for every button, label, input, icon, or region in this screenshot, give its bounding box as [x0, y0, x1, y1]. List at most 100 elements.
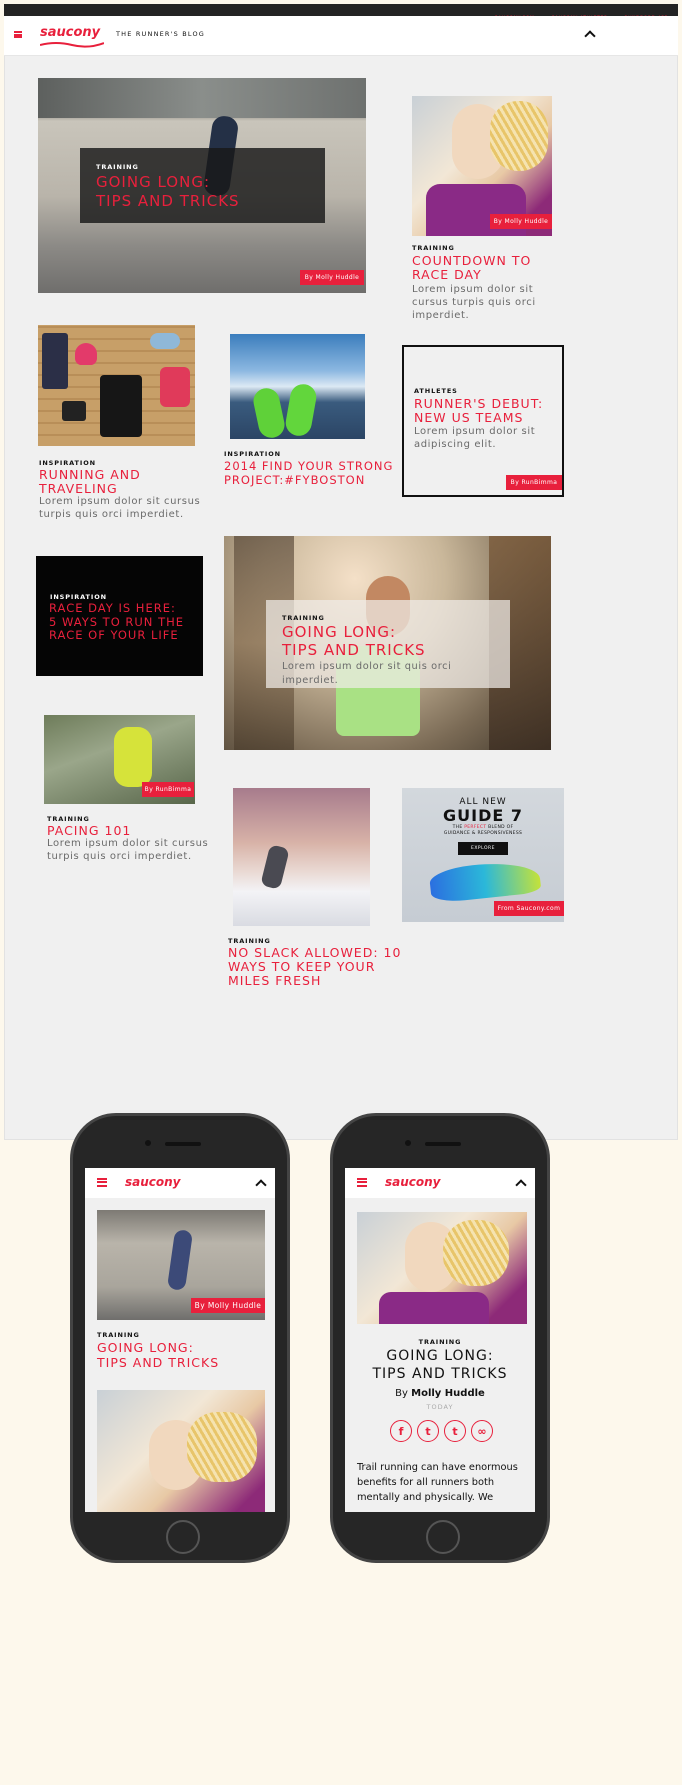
athletes-body-line2: adipiscing elit. — [414, 439, 497, 450]
chevron-up-icon[interactable] — [515, 1179, 527, 1191]
countdown-body-line2: cursus turpis quis orci — [412, 297, 536, 308]
phone-mockup-1: saucony By Molly Huddle TRAINING GOING L… — [70, 1113, 290, 1563]
feature2-title-line2[interactable]: TIPS AND TRICKS — [282, 641, 426, 660]
boston-card-image[interactable] — [230, 334, 365, 439]
phone2-logo[interactable]: saucony — [385, 1175, 441, 1189]
athletes-category: ATHLETES — [414, 387, 458, 395]
phone2-title-line2[interactable]: TIPS AND TRICKS — [345, 1366, 535, 1382]
feature2-title-line1[interactable]: GOING LONG: — [282, 623, 396, 642]
right-shoe-shape — [283, 382, 319, 438]
shoe-illustration — [428, 858, 542, 904]
menu-icon[interactable] — [14, 31, 22, 38]
speaker-grille — [425, 1142, 461, 1146]
speaker-grille — [165, 1142, 201, 1146]
raceday-card[interactable]: INSPIRATION RACE DAY IS HERE: 5 WAYS TO … — [36, 556, 203, 676]
hero-card[interactable]: TRAINING GOING LONG: TIPS AND TRICKS By … — [38, 78, 366, 293]
feature2-category: TRAINING — [282, 614, 325, 622]
home-button[interactable] — [426, 1520, 460, 1554]
hero-title-line1[interactable]: GOING LONG: — [96, 173, 210, 192]
phone2-hero-image[interactable] — [357, 1212, 527, 1324]
travel-body-line1: Lorem ipsum dolor sit cursus — [39, 496, 201, 507]
boston-title-line2[interactable]: PROJECT:#FYBOSTON — [224, 473, 365, 489]
phone1-title-line2[interactable]: TIPS AND TRICKS — [97, 1355, 219, 1371]
ad-source-tag[interactable]: From Saucony.com — [494, 901, 564, 916]
top-utility-bar: SAUCONY.COM SAUCONY ATHLETES RUNDBORD AP… — [4, 4, 678, 21]
runner-figure — [166, 1229, 194, 1291]
phone1-header: saucony — [85, 1168, 275, 1198]
ad-line4: GUIDANCE & RESPONSIVENESS — [443, 831, 523, 836]
travel-category: INSPIRATION — [39, 459, 96, 467]
phone2-author[interactable]: Molly Huddle — [411, 1388, 485, 1399]
top-shape — [75, 343, 97, 365]
shoes-shape — [150, 333, 180, 349]
pacing-card-image[interactable]: By RunBimma — [44, 715, 195, 804]
feature2-card[interactable]: TRAINING GOING LONG: TIPS AND TRICKS Lor… — [224, 536, 551, 750]
countdown-body-line3: imperdiet. — [412, 310, 470, 321]
phone2-title-line1[interactable]: GOING LONG: — [345, 1348, 535, 1364]
hero-category: TRAINING — [96, 163, 139, 171]
countdown-title-line2[interactable]: RACE DAY — [412, 267, 482, 283]
countdown-card-image[interactable]: By Molly Huddle — [412, 96, 552, 236]
link-icon[interactable]: ∞ — [471, 1420, 493, 1442]
runner-hair — [187, 1412, 257, 1482]
phone2-date: TODAY — [426, 1403, 454, 1411]
phone1-category: TRAINING — [97, 1331, 140, 1339]
phone2-body-line3: mentally and physically. We — [357, 1492, 494, 1503]
guide7-ad[interactable]: ALL NEW GUIDE 7 THE PERFECT BLEND OF GUI… — [402, 788, 564, 922]
slack-card-image[interactable] — [233, 788, 370, 926]
tumblr-icon[interactable]: t — [444, 1420, 466, 1442]
slack-title-line3[interactable]: MILES FRESH — [228, 973, 321, 989]
phone2-category: TRAINING — [418, 1338, 462, 1346]
travel-body-line2: turpis quis orci imperdiet. — [39, 509, 184, 520]
countdown-byline-tag[interactable]: By Molly Huddle — [490, 214, 552, 229]
athletes-byline-tag[interactable]: By RunBimma — [506, 475, 562, 490]
logo-swoosh-icon — [40, 42, 104, 48]
raceday-title-line2[interactable]: 5 WAYS TO RUN THE — [49, 615, 184, 630]
feature2-overlay: TRAINING GOING LONG: TIPS AND TRICKS Lor… — [266, 600, 510, 688]
pacing-body-line2: turpis quis orci imperdiet. — [47, 851, 192, 862]
ad-line3-suffix: BLEND OF — [486, 825, 514, 830]
menu-icon[interactable] — [97, 1178, 107, 1187]
chevron-up-icon[interactable] — [584, 30, 596, 42]
phone2-by-label: By — [395, 1388, 412, 1399]
phone1-hero-image[interactable]: By Molly Huddle — [97, 1210, 265, 1320]
front-camera — [405, 1140, 411, 1146]
ad-explore-button[interactable]: EXPLORE — [458, 842, 508, 855]
home-button[interactable] — [166, 1520, 200, 1554]
tank-shape — [160, 367, 190, 407]
front-camera — [145, 1140, 151, 1146]
phone2-header: saucony — [345, 1168, 535, 1198]
site-header: saucony THE RUNNER'S BLOG — [4, 16, 678, 56]
raceday-title-line1[interactable]: RACE DAY IS HERE: — [49, 601, 176, 616]
phone1-title-line1[interactable]: GOING LONG: — [97, 1340, 194, 1356]
pacing-byline-tag[interactable]: By RunBimma — [142, 782, 194, 797]
ad-headline: GUIDE 7 — [443, 806, 523, 825]
facebook-icon[interactable]: f — [390, 1420, 412, 1442]
twitter-icon[interactable]: t — [417, 1420, 439, 1442]
shorts-shape — [62, 401, 86, 421]
phone1-byline-tag[interactable]: By Molly Huddle — [191, 1298, 265, 1313]
runner-hair — [490, 101, 548, 171]
chevron-up-icon[interactable] — [255, 1179, 267, 1191]
bag-shape — [100, 375, 142, 437]
raceday-title-line3[interactable]: RACE OF YOUR LIFE — [49, 628, 179, 643]
athletes-card[interactable]: ATHLETES RUNNER'S DEBUT: NEW US TEAMS Lo… — [402, 345, 564, 497]
phone1-logo[interactable]: saucony — [125, 1175, 181, 1189]
ad-line3-prefix: THE — [452, 825, 465, 830]
menu-icon[interactable] — [357, 1178, 367, 1187]
hero-title-line2[interactable]: TIPS AND TRICKS — [96, 192, 240, 211]
runner-shirt — [379, 1292, 489, 1324]
phone2-body-line1: Trail running can have enormous — [357, 1462, 518, 1473]
phone1-second-image[interactable] — [97, 1390, 265, 1512]
phone2-body-line2: benefits for all runners both — [357, 1477, 495, 1488]
athletes-body-line1: Lorem ipsum dolor sit — [414, 426, 536, 437]
slack-category: TRAINING — [228, 937, 271, 945]
travel-card-image[interactable] — [38, 325, 195, 446]
left-shoe-shape — [251, 385, 287, 439]
athletes-title-line2[interactable]: NEW US TEAMS — [414, 410, 523, 426]
runner-silhouette — [260, 844, 290, 890]
hero-fence — [38, 78, 366, 118]
countdown-category: TRAINING — [412, 244, 455, 252]
hero-byline-tag[interactable]: By Molly Huddle — [300, 270, 364, 285]
saucony-logo[interactable]: saucony — [40, 25, 100, 40]
